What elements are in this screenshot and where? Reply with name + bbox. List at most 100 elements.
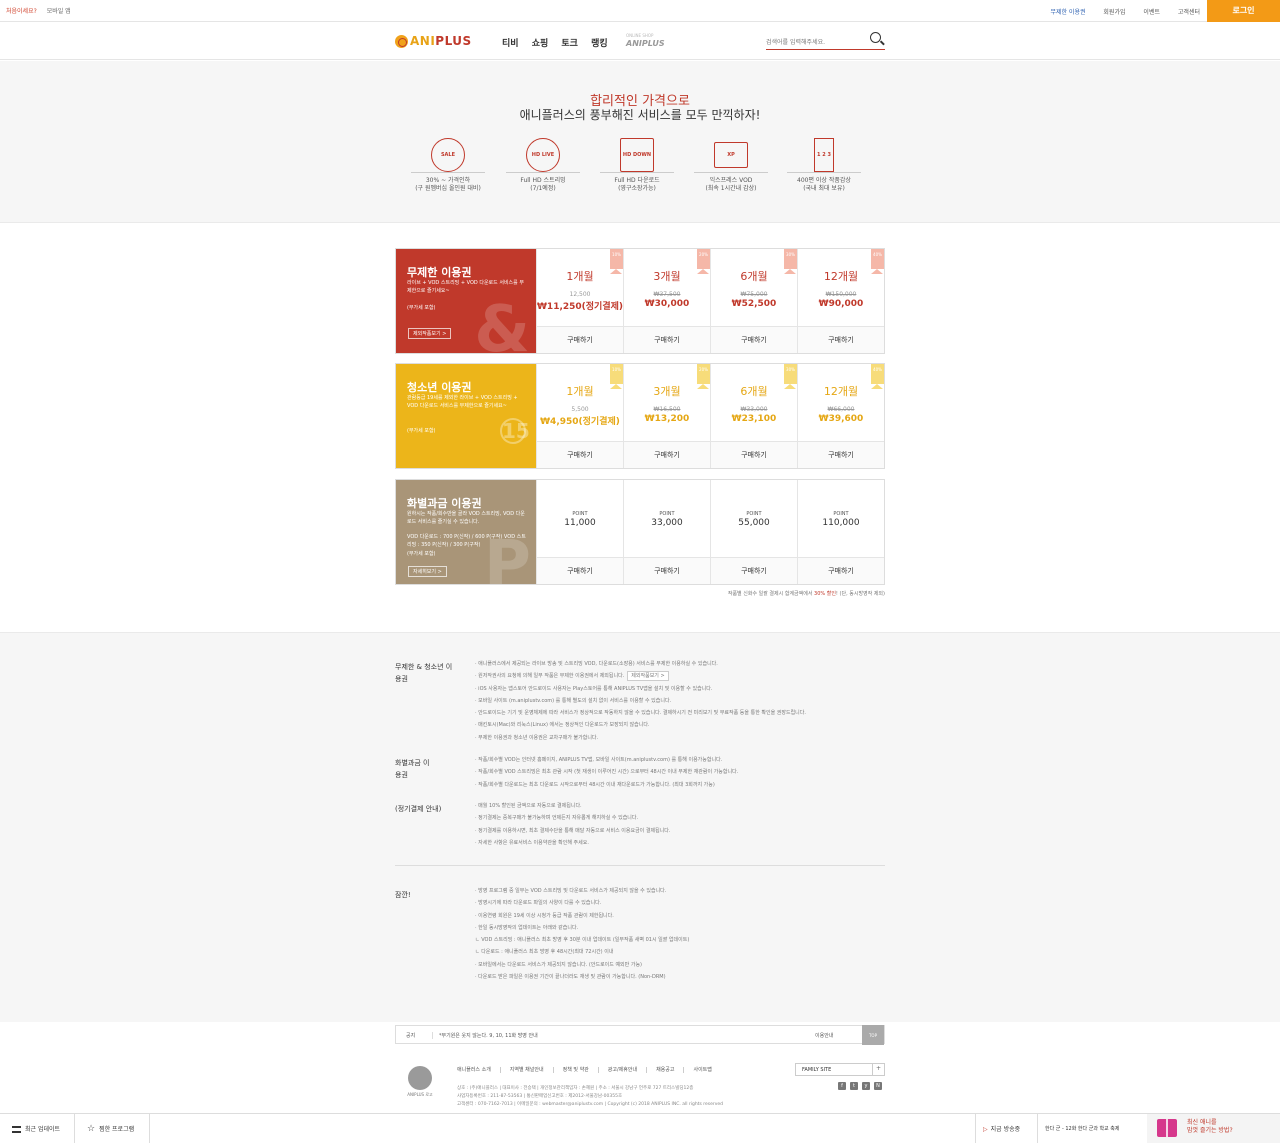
point-option: POINT 110,000 구매하기 [797,480,884,584]
search-input[interactable]: 검색어를 입력해주세요. [766,32,885,50]
point-value: 11,000 [564,518,596,528]
buy-button[interactable]: 구매하기 [624,441,710,468]
mobile-app-link[interactable]: 모바일 앱 [47,8,71,15]
plan-deco: & [474,293,530,353]
first-visit-link[interactable]: 처음이세요? [6,8,37,15]
scroll-top-button[interactable]: TOP [862,1025,884,1045]
original-price: ₩16,500 [653,406,681,413]
buy-button[interactable]: 구매하기 [711,441,797,468]
section-title: 잠깐! [395,891,411,899]
original-price: ₩75,000 [740,291,768,298]
buy-button[interactable]: 구매하기 [624,557,710,584]
feature-hd-down: HD DOWN Full HD 다운로드 (영구소장가능) [592,138,682,193]
utility-bar: 처음이세요? 모바일 앱 무제한 이용권 회원가입 이벤트 고객센터 로그인 [0,0,1280,22]
excluded-titles-button[interactable]: 제외작품보기 > [408,328,452,339]
buy-button[interactable]: 구매하기 [798,326,884,353]
plan-option: 40% 12개월 ₩150,000 ₩90,000 구매하기 [797,249,884,353]
nav-talk[interactable]: 토크 [561,39,578,49]
aniplus-logo[interactable]: ANIPLUS [395,34,472,48]
info-item: · 한일 동시방영작의 업데이트는 아래와 같습니다. [475,924,579,931]
feature-sale: SALE 30% ~ 가격인하 (구 원멤버십 올인원 대비) [403,138,493,193]
usage-guide-link[interactable]: 이용안내 [815,1032,833,1039]
plan-option: 20% 3개월 ₩37,500 ₩30,000 구매하기 [623,249,710,353]
info-item: · 방영시기에 따라 다운로드 파일의 사양이 다를 수 있습니다. [475,900,602,907]
hd-live-icon: HD LIVE [526,138,560,172]
buy-button[interactable]: 구매하기 [798,441,884,468]
nav-tv[interactable]: 티비 [502,39,519,49]
buy-button[interactable]: 구매하기 [537,441,623,468]
original-price: ₩150,000 [825,291,857,298]
event-link[interactable]: 이벤트 [1143,9,1160,16]
original-price: ₩33,000 [740,406,768,413]
discount-tag: 40% [871,249,884,269]
unlimited-pass-link[interactable]: 무제한 이용권 [1050,9,1085,16]
play-icon: ▷ [983,1126,988,1133]
feature-caption-sub: (영구소장가능) [618,185,656,192]
feature-caption-sub: (구 원멤버십 올인원 대비) [415,185,481,192]
signup-link[interactable]: 회원가입 [1103,9,1125,16]
info-item: ㄴ 다운로드 : 애니플러스 최초 방영 후 48시간(최대 72시간) 이내 [475,949,614,956]
buy-button[interactable]: 구매하기 [537,557,623,584]
details-button[interactable]: 자세히보기 > [408,566,447,577]
feature-caption-sub: (7/1예정) [530,185,556,192]
plan-name: 무제한 이용권 [407,266,472,279]
plan-option: 10% 1개월 5,500 ₩4,950(정기결제) 구매하기 [536,364,623,468]
buy-button[interactable]: 구매하기 [537,326,623,353]
main-header: ANIPLUS 티비 쇼핑 토크 랭킹 ONLINE SHOP ANIPLUS … [0,22,1280,60]
social-links: f t y N [838,1082,882,1090]
login-button[interactable]: 로그인 [1207,0,1280,22]
footer-link-sitemap[interactable]: 사이트맵 [693,1067,720,1073]
favorites-button[interactable]: ☆ 찜한 프로그램 [87,1124,134,1134]
info-item: · 다운로드 받은 파일은 이용권 기간이 끝나더라도 재생 및 관람이 가능합… [475,974,666,981]
now-airing-button[interactable]: ▷ 지금 방송중 [983,1124,1020,1133]
footer-link-ads[interactable]: 광고/제휴안내 [607,1067,648,1073]
buy-button[interactable]: 구매하기 [711,326,797,353]
plan-vat: (부가세 포함) [407,305,436,311]
footer-link-channels[interactable]: 지역별 채널안내 [509,1067,554,1073]
info-item: · 이용연령 회원은 19세 이상 시청가 등급 작품 관람이 제한됩니다. [475,912,614,919]
youtube-icon[interactable]: y [862,1082,870,1090]
discount-tag: 30% [784,364,797,384]
buy-button[interactable]: 구매하기 [624,326,710,353]
footer-link-policy[interactable]: 정책 및 약관 [562,1067,599,1073]
film-strip-icon: 1 2 3 [814,138,834,172]
plan-youth: 청소년 이용권 관람등급 19세를 제외한 라이브 + VOD 스트리밍 + V… [395,363,885,469]
feature-hd-live: HD LIVE Full HD 스트리밍 (7/1예정) [498,138,588,193]
excluded-titles-button[interactable]: 제외작품보기 > [627,671,669,682]
naver-icon[interactable]: N [874,1082,882,1090]
plan-duration: 12개월 [823,270,859,283]
family-site-select[interactable]: FAMILY SITE + [795,1063,885,1076]
point-label: POINT [659,511,675,517]
info-item: · 모바일에서는 다운로드 서비스가 제공되지 않습니다. (안드로이드 예외만… [475,961,642,968]
twitter-icon[interactable]: t [850,1082,858,1090]
plan-option: 30% 6개월 ₩33,000 ₩23,100 구매하기 [710,364,797,468]
notice-text[interactable]: *부기원은 웃지 않는다. 9, 10, 11화 방영 안내 [432,1032,538,1039]
info-section: 무제한 & 청소년 이용권 · 애니플러스에서 제공되는 라이브 방송 및 스트… [0,632,1280,1022]
plan-duration: 1개월 [566,270,594,283]
recent-updates-button[interactable]: 최근 업데이트 [12,1124,60,1133]
footer-link-careers[interactable]: 채용공고 [656,1067,685,1073]
buy-button[interactable]: 구매하기 [798,557,884,584]
feature-400-titles: 1 2 3 400편 이상 작품감상 (국내 최대 보유) [779,138,869,193]
plan-desc: 관람등급 19세를 제외한 라이브 + VOD 스트리밍 + VOD 다운로드 … [407,395,518,409]
footer-info-line: 사업자등록번호 : 211-87-53563 | 통신판매업신고번호 : 제20… [457,1094,623,1099]
buy-button[interactable]: 구매하기 [711,557,797,584]
sale-price: ₩4,950(정기결제) [540,417,620,427]
info-list: · 애니플러스에서 제공되는 라이브 방송 및 스트리밍 VOD, 다운로드(소… [475,658,885,744]
nav-shopping[interactable]: 쇼핑 [532,39,549,49]
plan-duration: 6개월 [740,270,768,283]
main-nav: 티비 쇼핑 토크 랭킹 [502,36,618,49]
banner-subtitle: 애니플러스의 풍부해진 서비스를 모두 만끽하자! [519,108,761,122]
discount-tag: 10% [610,249,623,269]
info-item: · 애니플러스에서 제공되는 라이브 방송 및 스트리밍 VOD, 다운로드(소… [475,661,718,667]
gift-text-sub: 맘껏 즐기는 방법? [1187,1127,1233,1134]
footer-link-about[interactable]: 애니플러스 소개 [457,1067,501,1073]
promo-gift-banner[interactable]: 최신 애니를 맘껏 즐기는 방법? [1147,1114,1280,1143]
nav-ranking[interactable]: 랭킹 [591,39,608,49]
point-value: 110,000 [822,518,860,528]
online-shop-link[interactable]: ONLINE SHOP ANIPLUS [626,33,665,48]
facebook-icon[interactable]: f [838,1082,846,1090]
support-link[interactable]: 고객센터 [1178,9,1200,16]
now-airing-title[interactable]: 한다 군 - 12화 한다 군과 학교 축제 [1045,1125,1120,1132]
search-icon[interactable] [870,32,881,43]
